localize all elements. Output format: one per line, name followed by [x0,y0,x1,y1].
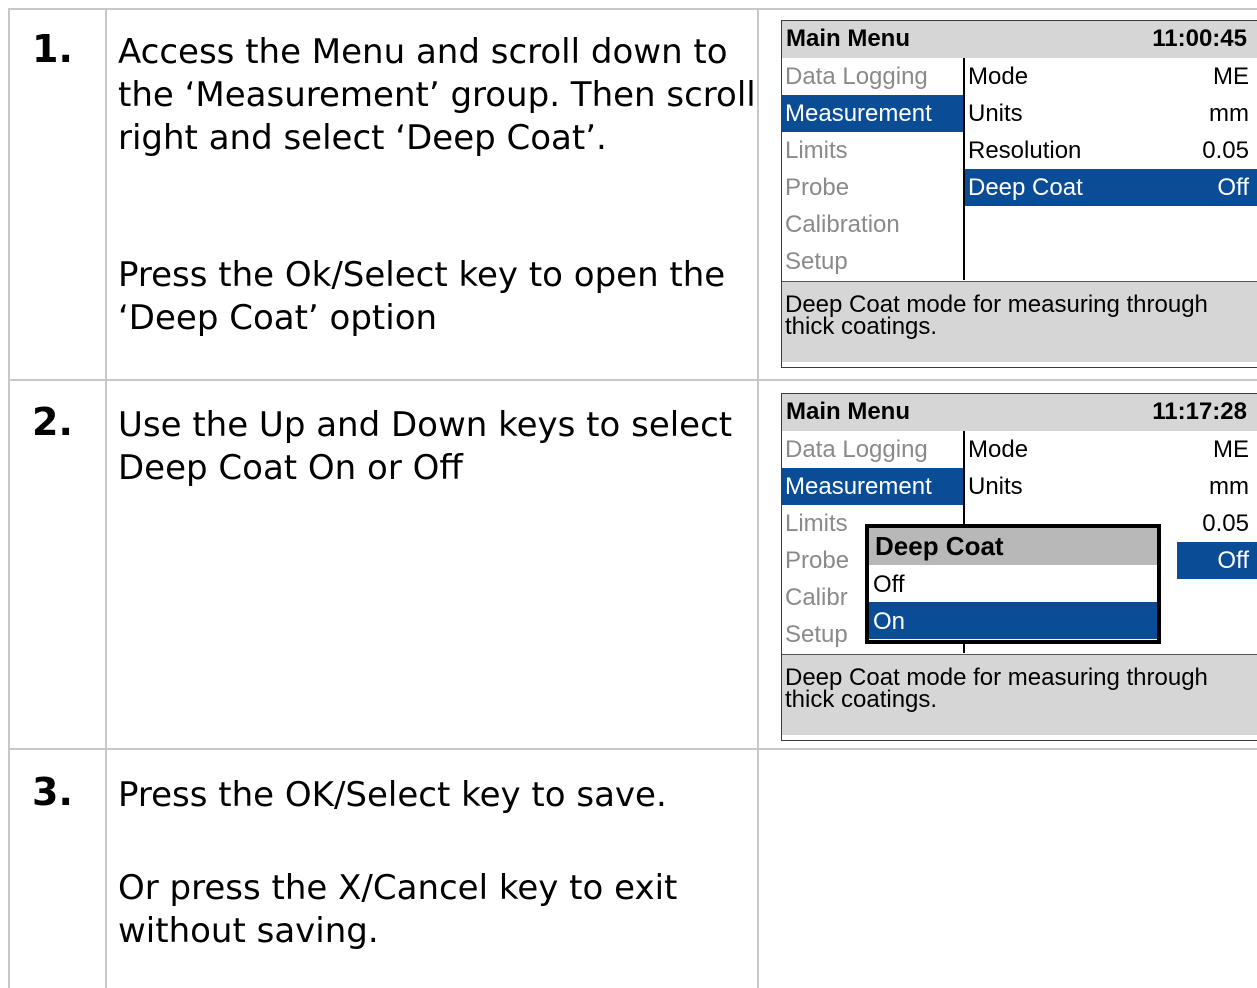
step-2-number: 2. [32,400,73,444]
popup-title: Deep Coat [869,528,1157,565]
screen-title: Main Menu [786,398,910,425]
menu-item-measurement[interactable]: Measurement [782,95,963,132]
screen-clock: 11:00:45 [1152,25,1247,52]
step-3-number: 3. [32,770,73,814]
menu-item-data-logging[interactable]: Data Logging [782,431,963,468]
popup-option-off[interactable]: Off [869,565,1157,602]
step-2-instruction: Use the Up and Down keys to select Deep … [118,405,733,488]
deep-coat-popup: Deep Coat Off On [865,524,1161,644]
option-mode[interactable]: Mode ME [965,431,1257,468]
table-border-left [8,8,10,988]
screen-help-text: Deep Coat mode for measuring through thi… [782,281,1257,362]
table-border-top [8,8,1257,10]
screen-help-text: Deep Coat mode for measuring through thi… [782,654,1257,735]
menu-item-setup[interactable]: Setup [782,243,963,280]
step-3-note: Or press the X/Cancel key to exit withou… [118,868,678,951]
row-divider-1 [8,379,1257,381]
menu-item-measurement[interactable]: Measurement [782,468,963,505]
popup-option-on[interactable]: On [869,602,1157,639]
row-divider-2 [8,748,1257,750]
menu-item-data-logging[interactable]: Data Logging [782,58,963,95]
menu-item-probe[interactable]: Probe [782,169,963,206]
screen-header: Main Menu 11:00:45 [782,21,1257,58]
step-1-note: Press the Ok/Select key to open the ‘Dee… [118,255,726,338]
menu-item-limits[interactable]: Limits [782,132,963,169]
menu-item-calibration[interactable]: Calibration [782,206,963,243]
screen-header: Main Menu 11:17:28 [782,394,1257,431]
step-3-instruction: Press the OK/Select key to save. [118,775,667,815]
device-screen-step-1: Main Menu 11:00:45 Data Logging Measurem… [781,20,1257,368]
step-1-instruction: Access the Menu and scroll down to the ‘… [118,32,756,158]
option-deep-coat[interactable]: Deep Coat Off [965,169,1257,206]
screen-title: Main Menu [786,25,910,52]
device-screen-step-2: Main Menu 11:17:28 Data Logging Measurem… [781,393,1257,741]
option-units[interactable]: Units mm [965,468,1257,505]
option-units[interactable]: Units mm [965,95,1257,132]
option-resolution[interactable]: Resolution 0.05 [965,132,1257,169]
deep-coat-value-highlight: Off [1177,542,1257,579]
number-column-divider [105,8,107,988]
screen-clock: 11:17:28 [1152,398,1247,425]
step-1-number: 1. [32,27,73,71]
option-mode[interactable]: Mode ME [965,58,1257,95]
